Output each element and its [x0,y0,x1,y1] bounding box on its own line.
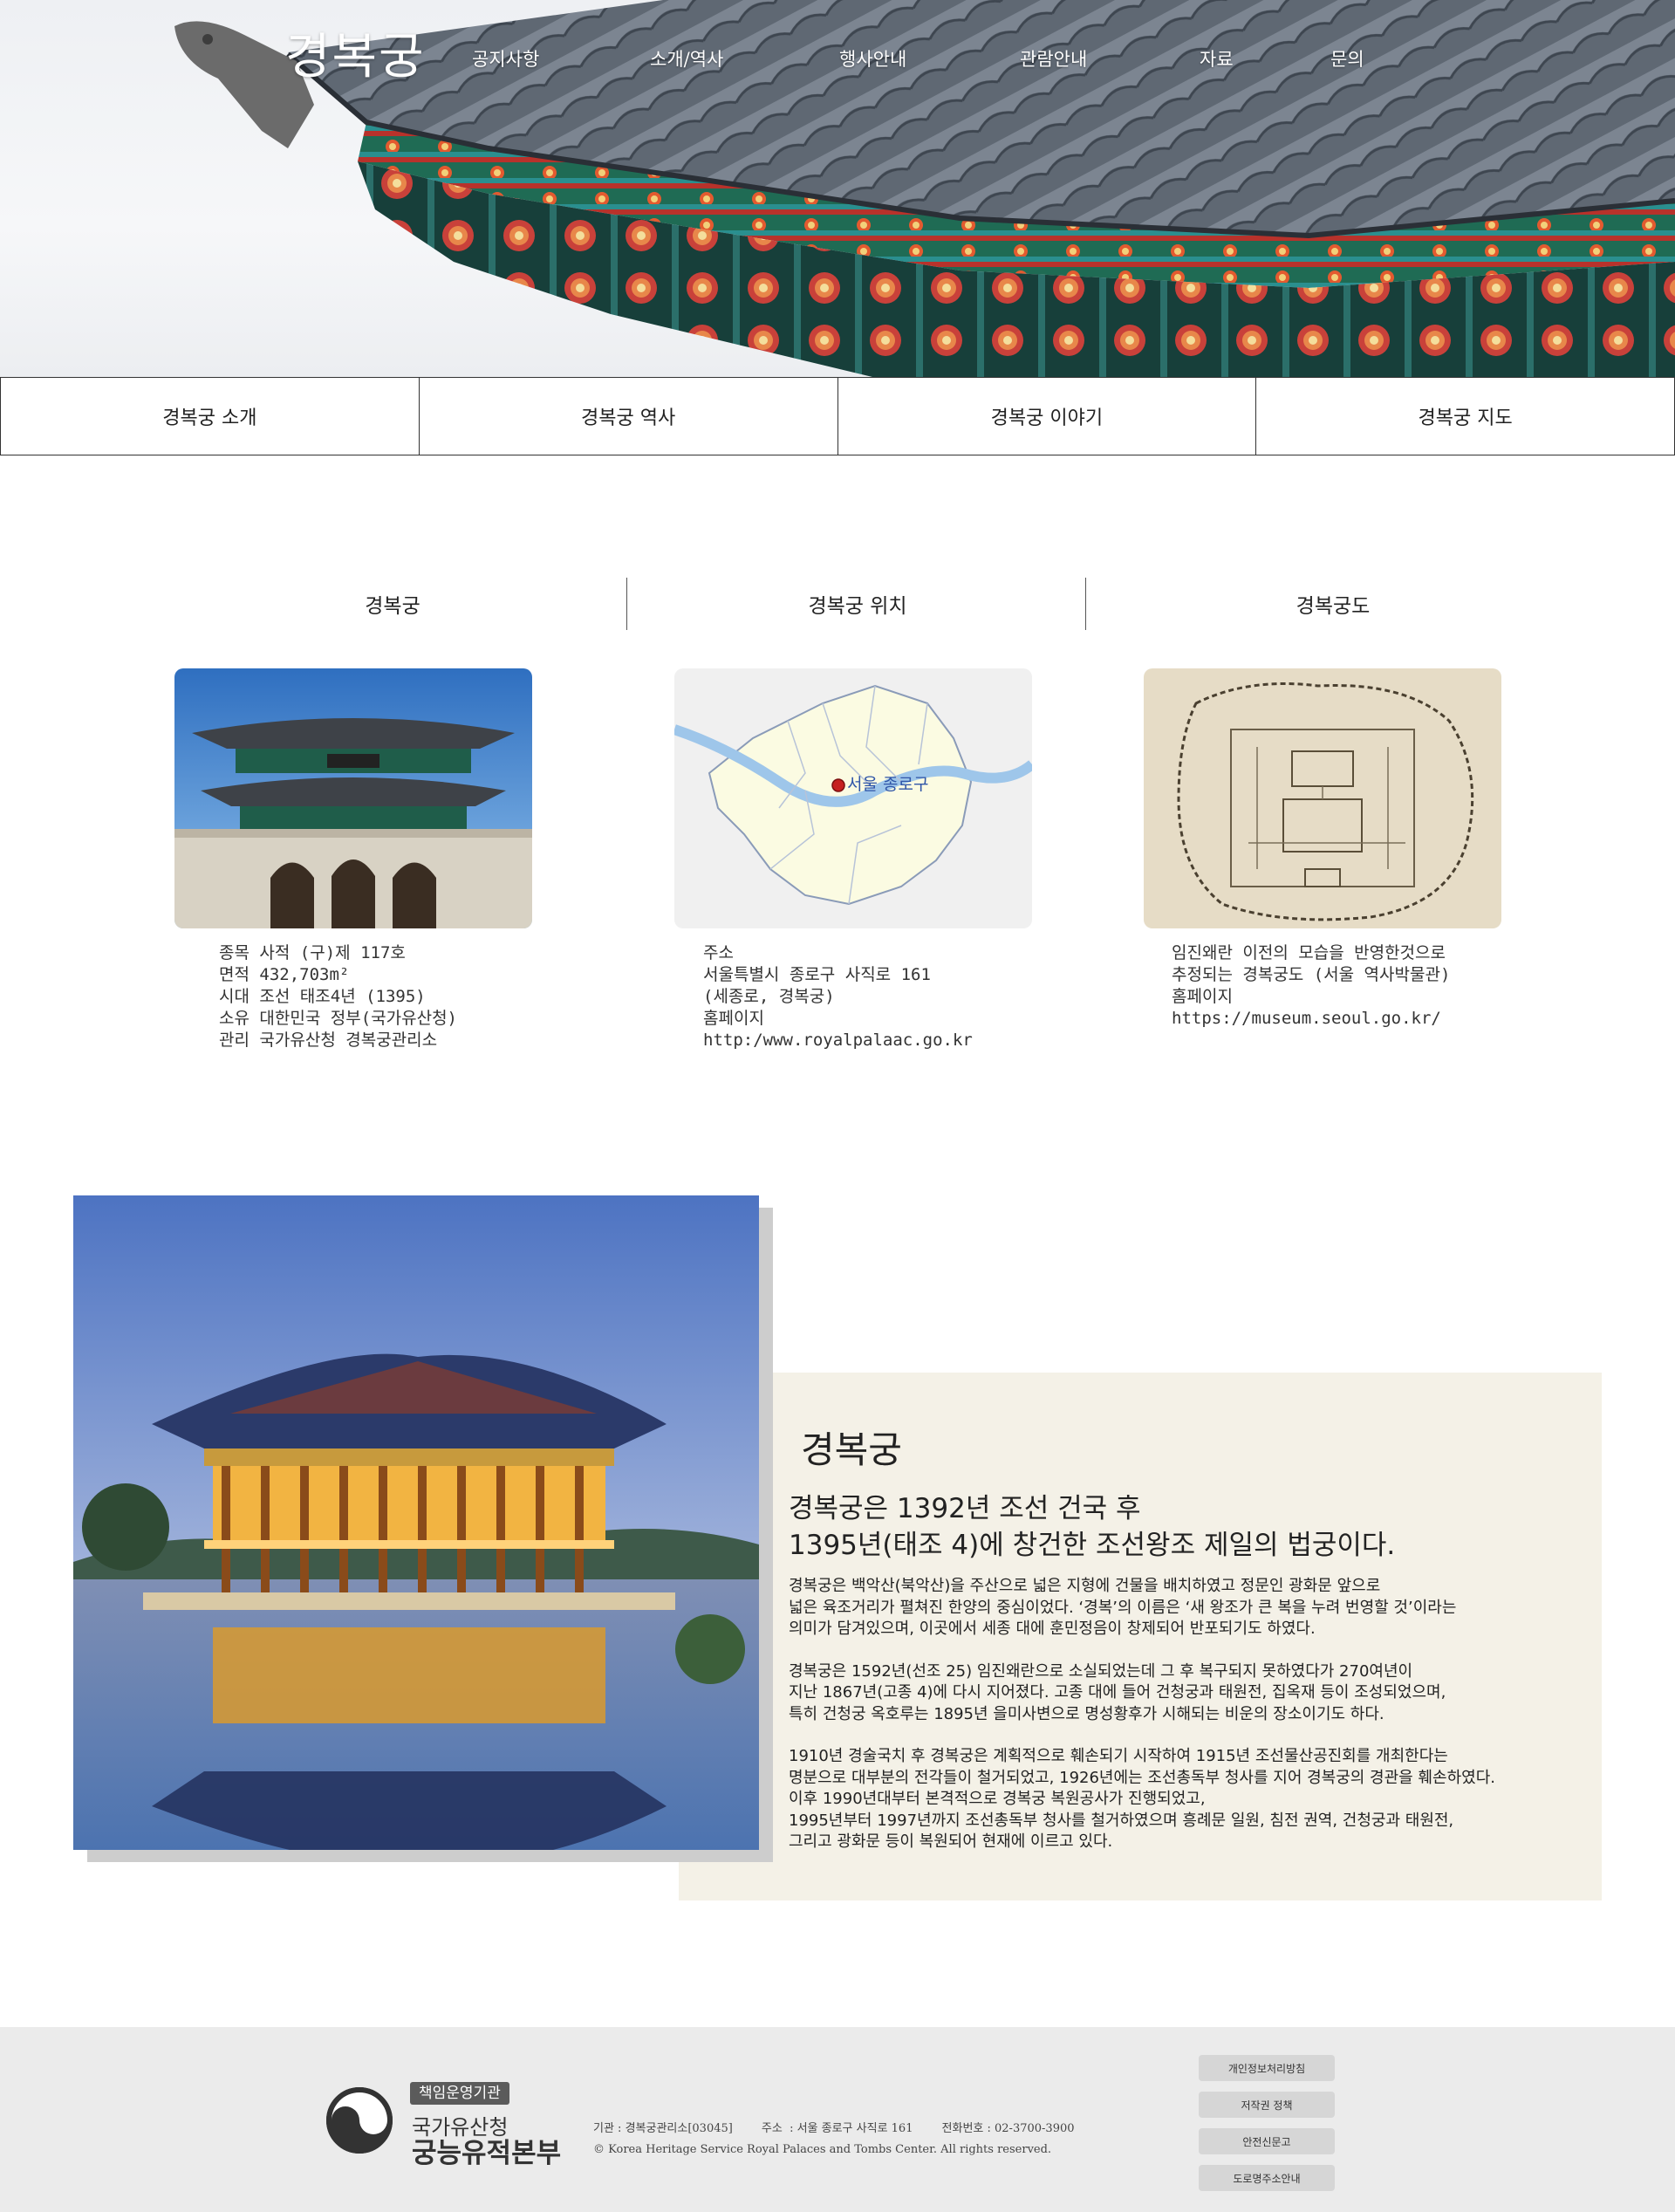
agency-badge: 책임운영기관 [410,2082,509,2105]
seoul-location-map[interactable]: 서울 종로구 [674,668,1032,928]
gyeongbokgungdo-map-image [1144,668,1501,928]
location-info: 주소서울특별시 종로구 사직로 161 (세종로, 경복궁) 홈페이지 http:/w… [703,942,973,1051]
feature-body: 경복궁은 백악산(북악산)을 주산으로 넓은 지형에 건물을 배치하였고 정문인… [789,1576,1574,1874]
feature-paragraph: 1910년 경술국치 후 경복궁은 계획적으로 훼손되기 시작하여 1915년 … [789,1747,1495,1851]
info-tabs: 경복궁 경복궁 위치 경복궁도 [0,578,1675,630]
address-label: 주소 [703,943,734,962]
government-emblem-icon [325,2085,394,2155]
map-description: 추정되는 경복궁도 (서울 역사박물관) [1172,965,1451,984]
feature-paragraph: 경복궁은 1592년(선조 25) 임진왜란으로 소실되었는데 그 후 복구되지… [789,1661,1446,1723]
sub-navigation-tabs: 경복궁 소개 경복궁 역사 경복궁 이야기 경복궁 지도 [0,377,1675,455]
footer-copyright: © Korea Heritage Service Royal Palaces a… [593,2143,1052,2156]
palace-map-info: 임진왜란 이전의 모습을 반영한것으로추정되는 경복궁도 (서울 역사박물관) 홈… [1172,942,1450,1030]
homepage-label: 홈페이지 [703,1009,764,1028]
nav-visitor-info[interactable]: 관람안내 [1020,45,1087,72]
info-tab-divider [626,578,627,630]
homepage-link[interactable]: http:/www.royalpalaac.go.kr [703,1030,973,1051]
info-tab-palace-map[interactable]: 경복궁도 [1159,578,1508,630]
gwanghwamun-photo [174,668,532,928]
feature-lead-line: 1395년(태조 4)에 창건한 조선왕조 제일의 법궁이다. [789,1530,1396,1561]
feature-lead-line: 경복궁은 1392년 조선 건국 후 [789,1493,1141,1524]
fact-line: 시대 조선 태조4년 (1395) [219,987,426,1006]
info-tab-location[interactable]: 경복궁 위치 [683,578,1032,630]
road-address-guide-button[interactable]: 도로명주소안내 [1199,2165,1335,2191]
fact-line: 관리 국가유산청 경복궁관리소 [219,1031,438,1050]
nav-resources[interactable]: 자료 [1200,45,1234,72]
homepage-link[interactable]: https://museum.seoul.go.kr/ [1172,1008,1450,1030]
nav-contact[interactable]: 문의 [1330,45,1364,72]
feature-lead: 경복궁은 1392년 조선 건국 후 1395년(태조 4)에 창건한 조선왕조… [789,1490,1574,1564]
nav-notice[interactable]: 공지사항 [472,45,539,72]
org-name-line2: 궁능유적본부 [412,2138,562,2169]
safety-report-button[interactable]: 안전신문고 [1199,2128,1335,2154]
footer-contact-info: 기관 : 경복궁관리소[03045] 주소 : 서울 종로구 사직로 161 전… [593,2122,1075,2135]
address-line: (세종로, 경복궁) [703,987,835,1006]
copyright-policy-button[interactable]: 저작권 정책 [1199,2092,1335,2118]
gyeongbokgung-facts: 종목 사적 (구)제 117호면적 432,703m² 시대 조선 태조4년 (1… [219,942,457,1051]
tab-gyeongbokgung-map[interactable]: 경복궁 지도 [1256,378,1675,455]
homepage-label: 홈페이지 [1172,987,1233,1006]
address-line: 서울특별시 종로구 사직로 161 [703,965,931,984]
main-navigation: 공지사항 소개/역사 행사안내 관람안내 자료 문의 [0,45,1675,80]
fact-line: 면적 432,703m² [219,965,350,984]
info-tab-divider [1085,578,1086,630]
map-location-label: 서울 종로구 [847,775,929,794]
hero-banner: 경복궁 공지사항 소개/역사 행사안내 관람안내 자료 문의 [0,0,1675,377]
feature-paragraph: 경복궁은 백악산(북악산)을 주산으로 넓은 지형에 건물을 배치하였고 정문인… [789,1577,1457,1638]
tab-gyeongbokgung-story[interactable]: 경복궁 이야기 [838,378,1257,455]
tab-gyeongbokgung-history[interactable]: 경복궁 역사 [419,378,838,455]
tab-gyeongbokgung-intro[interactable]: 경복궁 소개 [1,378,420,455]
privacy-policy-button[interactable]: 개인정보처리방침 [1199,2055,1335,2081]
gyeonghoeru-photo [73,1195,759,1850]
nav-intro-history[interactable]: 소개/역사 [650,45,723,72]
feature-title: 경복궁 [801,1428,902,1471]
fact-line: 소유 대한민국 정부(국가유산청) [219,1009,457,1028]
info-tab-gyeongbokgung[interactable]: 경복궁 [218,578,567,630]
nav-events[interactable]: 행사안내 [839,45,906,72]
fact-line: 종목 사적 (구)제 117호 [219,943,406,962]
map-description: 임진왜란 이전의 모습을 반영한것으로 [1172,943,1446,962]
